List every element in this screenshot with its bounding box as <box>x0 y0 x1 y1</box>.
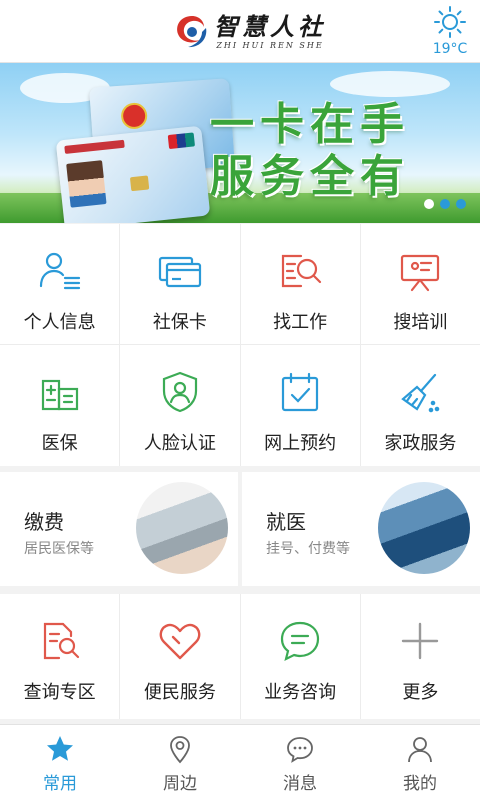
payment-card[interactable]: 缴费 居民医保等 <box>0 472 238 586</box>
service-more[interactable]: 更多 <box>360 594 480 719</box>
service-label: 个人信息 <box>23 312 96 333</box>
tab-mine[interactable]: 我的 <box>360 725 480 800</box>
carousel-dot[interactable] <box>440 199 450 209</box>
payment-subtitle: 居民医保等 <box>24 541 94 557</box>
hospital-icon <box>41 379 78 411</box>
temperature-label: 19°C <box>432 41 468 57</box>
service-label: 搜培训 <box>393 312 448 333</box>
carousel-indicator <box>424 199 466 209</box>
service-housekeeping[interactable]: 家政服务 <box>360 345 480 466</box>
carousel-dot[interactable] <box>456 199 466 209</box>
medical-visit-title: 就医 <box>266 510 306 534</box>
person-info-icon <box>39 252 80 290</box>
job-search-icon <box>282 254 322 288</box>
carousel-dot[interactable] <box>424 199 434 209</box>
slogan-line-1: 一卡在手 <box>210 99 410 150</box>
national-emblem-icon <box>120 102 149 130</box>
broom-icon <box>401 373 440 413</box>
unionpay-logo-icon <box>167 132 196 150</box>
service-medical-insurance[interactable]: 医保 <box>0 345 120 466</box>
service-social-card[interactable]: 社保卡 <box>120 224 240 344</box>
bank-logo-icon <box>64 139 125 154</box>
app-logo: 智慧人社 ZHI HUI REN SHE <box>172 10 326 54</box>
star-icon <box>47 736 73 761</box>
service-consultation[interactable]: 业务咨询 <box>240 594 360 719</box>
service-training[interactable]: 搜培训 <box>360 224 480 344</box>
service-label: 业务咨询 <box>264 682 337 703</box>
service-label: 找工作 <box>273 312 328 333</box>
card-chip-icon <box>129 175 150 192</box>
medical-visit-card[interactable]: 就医 挂号、付费等 <box>242 472 480 586</box>
bottom-tab-bar: 常用 周边 消息 我的 <box>0 724 480 800</box>
chat-icon <box>281 621 320 662</box>
medical-visit-subtitle: 挂号、付费等 <box>266 541 350 557</box>
tab-label: 周边 <box>163 774 197 794</box>
location-pin-icon <box>170 736 190 764</box>
secondary-services-grid: 查询专区 便民服务 业务咨询 更多 <box>0 594 480 719</box>
service-face-auth[interactable]: 人脸认证 <box>120 345 240 466</box>
document-search-icon <box>43 622 79 660</box>
feature-cards: 缴费 居民医保等 就医 挂号、付费等 <box>0 472 480 586</box>
plus-icon <box>402 622 439 660</box>
service-label: 查询专区 <box>23 682 96 703</box>
logo-mark-icon <box>177 16 207 48</box>
tab-nearby[interactable]: 周边 <box>120 725 240 800</box>
logo-english-text: ZHI HUI REN SHE <box>216 41 324 50</box>
medical-visit-photo <box>378 482 470 574</box>
user-icon <box>408 737 432 763</box>
app-screen: 智慧人社 ZHI HUI REN SHE 19°C 一卡在手 服务全有 个人信息… <box>0 0 480 800</box>
banner-slogan: 一卡在手 服务全有 <box>210 99 410 203</box>
service-label: 医保 <box>41 433 78 454</box>
service-label: 便民服务 <box>143 682 216 703</box>
tab-label: 消息 <box>283 774 317 794</box>
cloud-decoration <box>330 71 450 97</box>
face-shield-icon <box>162 371 197 413</box>
primary-services-grid: 个人信息 社保卡 找工作 搜培训 医保 人脸认证 网上预约 家政服务 <box>0 224 480 466</box>
service-find-job[interactable]: 找工作 <box>240 224 360 344</box>
slogan-line-2: 服务全有 <box>210 151 410 202</box>
heart-icon <box>159 623 201 660</box>
weather-widget[interactable]: 19°C <box>430 4 470 56</box>
card-icon <box>158 256 201 288</box>
tab-common[interactable]: 常用 <box>0 725 120 800</box>
calendar-check-icon <box>282 372 319 412</box>
service-personal-info[interactable]: 个人信息 <box>0 224 120 344</box>
cardholder-photo <box>66 160 107 208</box>
tab-label: 我的 <box>403 774 437 794</box>
service-convenience[interactable]: 便民服务 <box>120 594 240 719</box>
training-icon <box>401 254 440 292</box>
service-label: 网上预约 <box>264 433 337 454</box>
service-label: 人脸认证 <box>143 433 216 454</box>
tab-label: 常用 <box>43 774 77 794</box>
social-security-card-front-image <box>55 125 211 223</box>
message-icon <box>287 737 313 763</box>
promo-banner[interactable]: 一卡在手 服务全有 <box>0 63 480 223</box>
sun-icon <box>434 6 466 38</box>
payment-title: 缴费 <box>24 510 64 534</box>
service-online-booking[interactable]: 网上预约 <box>240 345 360 466</box>
payment-photo <box>136 482 228 574</box>
service-label: 家政服务 <box>384 433 457 454</box>
service-label: 社保卡 <box>152 312 207 333</box>
header-bar: 智慧人社 ZHI HUI REN SHE 19°C <box>0 0 480 63</box>
logo-chinese-text: 智慧人社 <box>214 12 326 41</box>
service-query-zone[interactable]: 查询专区 <box>0 594 120 719</box>
tab-messages[interactable]: 消息 <box>240 725 360 800</box>
service-label: 更多 <box>402 682 439 703</box>
